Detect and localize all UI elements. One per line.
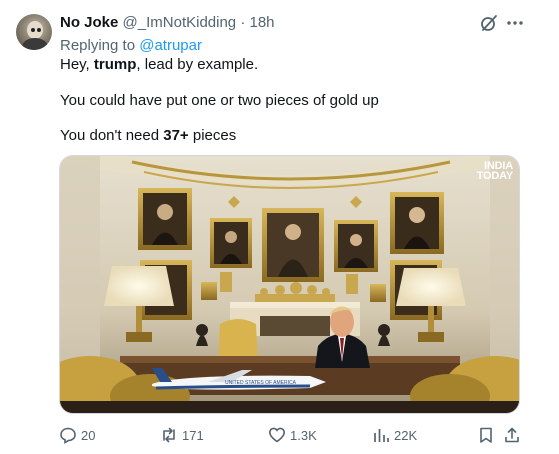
text-segment: , lead by example. [136,56,259,73]
author-name[interactable]: No Joke [60,14,118,31]
like-icon [269,427,285,443]
portrait [138,188,192,250]
action-bar: 20 171 1.3K 22K [59,425,524,445]
views-button[interactable]: 22K [372,425,417,445]
tweet-text-line-2: You could have put one or two pieces of … [60,92,379,109]
bookmark-button[interactable] [477,425,499,445]
text-bold: 37+ [163,127,189,144]
avatar-eye [31,28,35,32]
like-button[interactable]: 1.3K [268,425,317,445]
portrait [334,220,378,272]
repost-icon [163,427,175,443]
india-today-watermark: INDIA TODAY [476,161,513,182]
plane-lettering: UNITED STATES OF AMERICA [225,380,297,386]
replying-to: Replying to @atrupar [60,36,202,56]
portrait [262,208,324,282]
text-bold: trump [93,56,137,73]
views-count: 22K [394,427,418,443]
share-icon [505,427,519,443]
author-handle[interactable]: @_ImNotKidding [123,14,237,31]
tweet-photo[interactable]: UNITED STATES OF AMERICA INDIA TODAY [59,155,520,414]
share-button[interactable] [503,425,525,445]
more-icon[interactable] [504,13,526,33]
text-segment: Hey, [60,56,94,73]
repost-button[interactable]: 171 [160,425,204,445]
portrait [390,192,444,254]
bookmark-icon [480,427,492,443]
text-segment: You don't need [60,127,164,144]
watermark-line-2: TODAY [476,170,513,182]
repost-count: 171 [182,427,204,443]
reply-count: 20 [81,427,96,443]
text-segment: pieces [188,127,237,144]
tweet-text-line-1: Hey, trump, lead by example. [60,55,258,75]
replying-to-label: Replying to [60,37,136,54]
tweet-time[interactable]: 18h [250,14,275,31]
grok-icon[interactable] [479,13,499,33]
separator-dot: · [240,14,246,31]
avatar-body [22,38,48,50]
tweet-header: No Joke @_ImNotKidding · 18h [60,13,275,33]
tweet-text-line-3: You don't need 37+ pieces [60,126,236,146]
reply-icon [60,427,76,444]
avatar[interactable] [16,14,52,50]
like-count: 1.3K [290,427,317,443]
portrait [210,218,252,268]
views-icon [374,429,389,442]
reply-button[interactable]: 20 [59,425,95,445]
reply-mention-link[interactable]: @atrupar [139,37,202,54]
avatar-eye [37,28,41,32]
oval-office-image: UNITED STATES OF AMERICA [60,156,519,413]
